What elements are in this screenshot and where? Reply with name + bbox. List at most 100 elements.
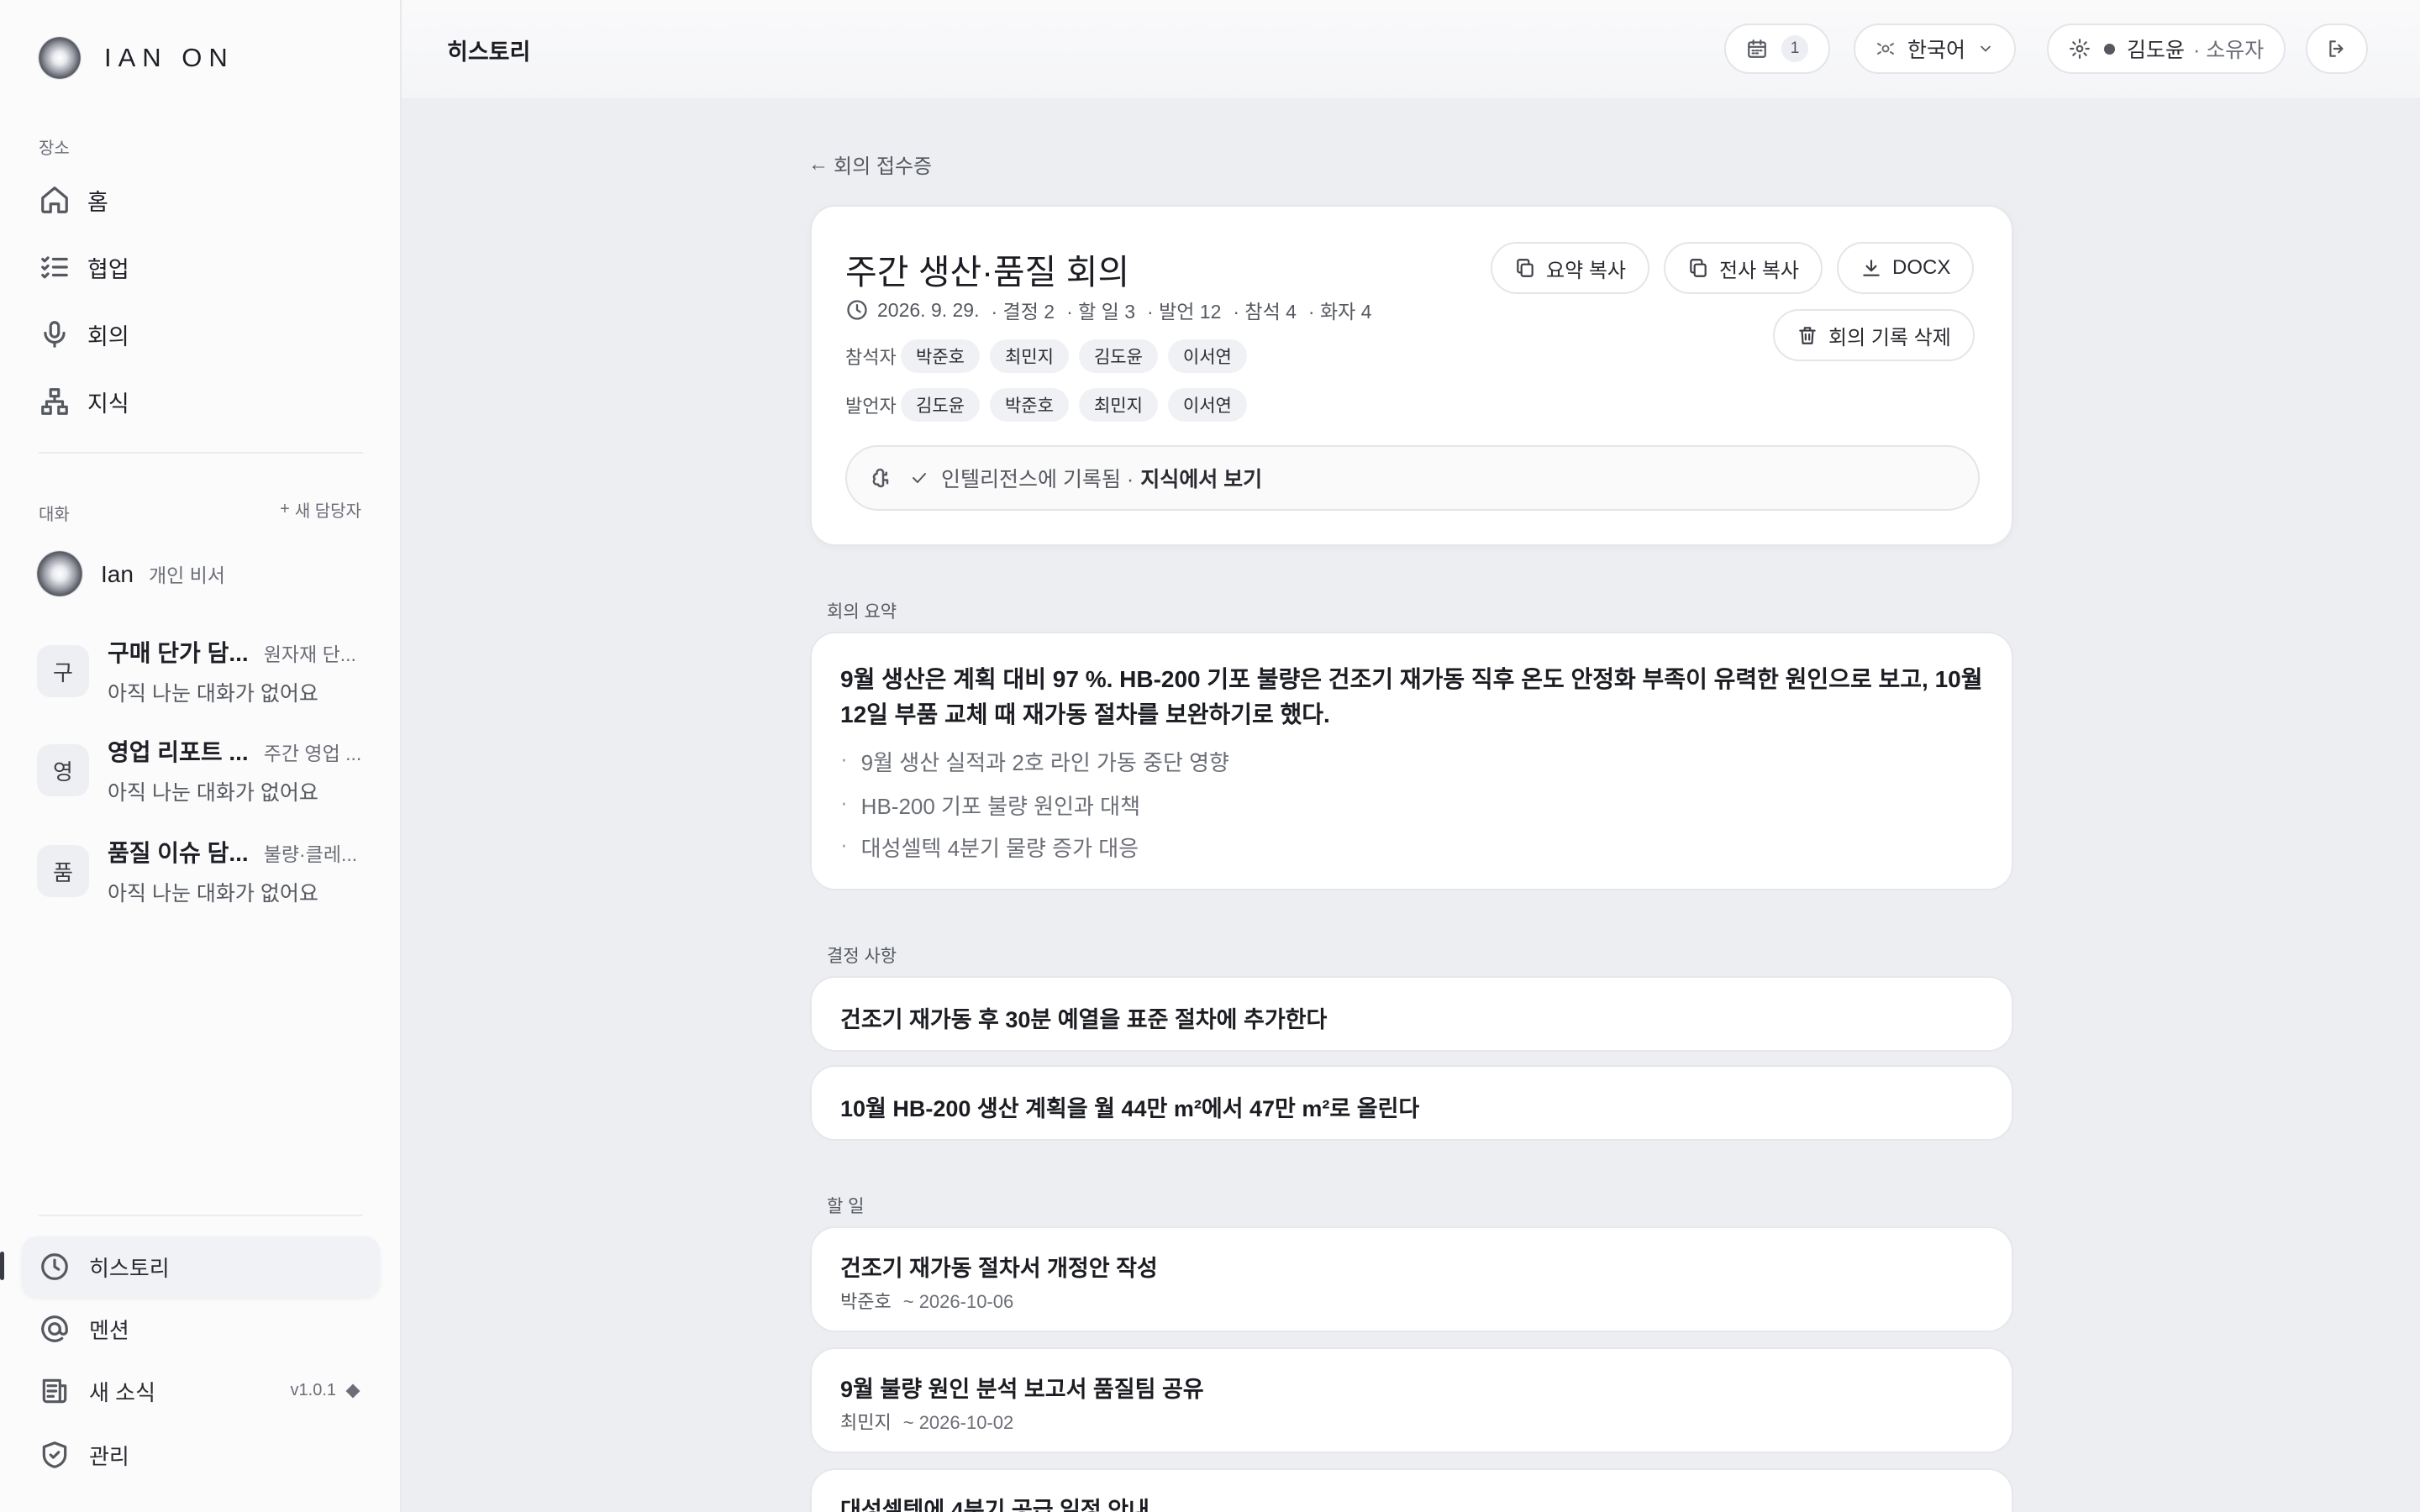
chevron-down-icon xyxy=(1981,45,1991,52)
attendee-chip: 최민지 xyxy=(989,339,1069,373)
nav-item-label: 관리 xyxy=(89,1443,129,1469)
sidebar: IAN ON 장소 홈 협업 회의 지식 대화 + 새 담당자 Ian 개인 비… xyxy=(0,0,402,1512)
calendar-count-badge: 1 xyxy=(1781,35,1808,62)
at-sign-icon xyxy=(41,1315,68,1342)
summary-section-label: 회의 요약 xyxy=(827,602,897,622)
tasks-section-label: 할 일 xyxy=(827,1197,865,1216)
user-name: 김도윤 xyxy=(2127,39,2186,62)
new-contact-label: 새 담당자 xyxy=(294,502,361,521)
version-badge: v1.0.1 xyxy=(291,1381,360,1400)
nav-item-news[interactable]: 새 소식 v1.0.1 xyxy=(22,1361,380,1421)
chat-subtitle: 원자재 단... xyxy=(263,643,356,665)
nav-item-label: 홈 xyxy=(87,189,108,215)
intelligence-status-text: 인텔리전스에 기록됨 · xyxy=(941,468,1134,491)
nav-item-admin[interactable]: 관리 xyxy=(22,1425,380,1485)
nav-item-label: 협업 xyxy=(87,256,129,282)
meta-tasks: · 할 일 3 xyxy=(1066,301,1136,323)
summary-bullet: · 9월 생산 실적과 2호 라인 가동 중단 영향 xyxy=(840,746,1229,775)
chat-title: Ian xyxy=(101,561,134,587)
back-link[interactable]: ← 회의 접수증 xyxy=(808,150,932,179)
new-contact-button[interactable]: + 새 담당자 xyxy=(280,497,361,522)
speaker-chip: 최민지 xyxy=(1078,388,1158,422)
plus-icon: + xyxy=(280,500,290,518)
docx-download-button[interactable]: DOCX xyxy=(1837,242,1975,294)
chat-subtitle: 불량·클레... xyxy=(263,843,358,865)
summary-headline: 9월 생산은 계획 대비 97 %. HB-200 기포 불량은 건조기 재가동… xyxy=(840,666,1983,727)
nav-item-meeting[interactable]: 회의 xyxy=(39,309,375,360)
decision-item: 10월 HB-200 생산 계획을 월 44만 m²에서 47만 m²로 올린다 xyxy=(810,1065,2013,1141)
back-link-label: 회의 접수증 xyxy=(834,155,933,178)
meeting-title: 주간 생산·품질 회의 xyxy=(845,253,1130,291)
meta-utterances: · 발언 12 xyxy=(1147,301,1222,323)
clock-icon xyxy=(41,1253,68,1280)
decision-item: 건조기 재가동 후 30분 예열을 표준 절차에 추가한다 xyxy=(810,976,2013,1052)
nav-item-label: 회의 xyxy=(87,323,129,349)
view-in-knowledge-link[interactable]: 지식에서 보기 xyxy=(1140,463,1262,493)
page-title: 히스토리 xyxy=(447,39,531,65)
brain-icon xyxy=(872,468,889,488)
copy-summary-button[interactable]: 요약 복사 xyxy=(1491,242,1649,294)
download-icon xyxy=(1863,260,1880,276)
trash-icon xyxy=(1799,327,1816,344)
chat-item-ian[interactable]: Ian 개인 비서 xyxy=(37,551,373,596)
docx-label: DOCX xyxy=(1892,256,1951,279)
meta-attendees: · 참석 4 xyxy=(1233,301,1297,323)
user-role: · 소유자 xyxy=(2193,39,2265,62)
copy-transcript-button[interactable]: 전사 복사 xyxy=(1664,242,1823,294)
task-due: ~ 2026-10-06 xyxy=(902,1291,1014,1312)
chat-title: 구매 단가 담... xyxy=(108,640,249,666)
microphone-icon xyxy=(44,321,66,348)
delete-label: 회의 기록 삭제 xyxy=(1828,326,1951,349)
attendee-chip: 김도윤 xyxy=(1078,339,1158,373)
speakers-label: 발언자 xyxy=(845,396,897,417)
meta-decisions: · 결정 2 xyxy=(991,301,1055,323)
chat-last-message: 아직 나눈 대화가 없어요 xyxy=(108,781,318,805)
summary-bullet: · 대성셀텍 4분기 물량 증가 대응 xyxy=(840,832,1139,861)
attendee-chip: 이서연 xyxy=(1167,339,1247,373)
check-icon xyxy=(913,473,926,483)
avatar: 영 xyxy=(37,744,89,796)
home-icon xyxy=(41,186,68,213)
workspace-section-label: 장소 xyxy=(39,139,70,158)
nav-item-label: 히스토리 xyxy=(89,1255,170,1281)
intelligence-status-bar[interactable]: 인텔리전스에 기록됨 · 지식에서 보기 xyxy=(845,445,1980,511)
nav-item-knowledge[interactable]: 지식 xyxy=(39,376,375,427)
language-label: 한국어 xyxy=(1907,39,1966,62)
nav-item-history[interactable]: 히스토리 xyxy=(22,1236,380,1297)
ian-avatar xyxy=(37,551,82,596)
logout-button[interactable] xyxy=(2306,24,2368,74)
sidebar-divider xyxy=(39,1215,363,1216)
task-owner: 최민지 xyxy=(840,1412,892,1433)
decision-text: 10월 HB-200 생산 계획을 월 44만 m²에서 47만 m²로 올린다 xyxy=(840,1096,1420,1121)
nav-item-mentions[interactable]: 멘션 xyxy=(22,1299,380,1359)
speaker-chip: 박준호 xyxy=(989,388,1069,422)
chat-last-message: 아직 나눈 대화가 없어요 xyxy=(108,682,318,706)
calendar-button[interactable]: 1 xyxy=(1724,24,1830,74)
task-item[interactable]: 대성셀텍에 4분기 공급 일정 안내 xyxy=(810,1468,2013,1512)
task-meta: 박준호 ~ 2026-10-06 xyxy=(840,1287,1013,1314)
decisions-section-label: 결정 사항 xyxy=(827,947,897,966)
chat-item-quality[interactable]: 품 품질 이슈 담... 불량·클레... 아직 나눈 대화가 없어요 xyxy=(37,835,373,907)
meeting-card: 주간 생산·품질 회의 2026. 9. 29. · 결정 2 · 할 일 3 … xyxy=(810,205,2013,546)
summary-card: 9월 생산은 계획 대비 97 %. HB-200 기포 불량은 건조기 재가동… xyxy=(810,632,2013,890)
language-select[interactable]: 한국어 xyxy=(1854,24,2017,74)
chat-item-sales[interactable]: 영 영업 리포트 ... 주간 영업 ... 아직 나눈 대화가 없어요 xyxy=(37,734,373,806)
task-item[interactable]: 건조기 재가동 절차서 개정안 작성 박준호 ~ 2026-10-06 xyxy=(810,1226,2013,1332)
avatar: 품 xyxy=(37,845,89,897)
user-menu[interactable]: 김도윤 · 소유자 xyxy=(2047,24,2286,74)
newspaper-icon xyxy=(42,1378,67,1404)
nav-item-collab[interactable]: 협업 xyxy=(39,242,375,292)
logo-text: IAN ON xyxy=(104,43,234,72)
summary-bullet: · HB-200 기포 불량 원인과 대책 xyxy=(840,790,1141,819)
app-logo[interactable]: IAN ON xyxy=(39,37,234,79)
summary-bullet-text: HB-200 기포 불량 원인과 대책 xyxy=(860,794,1141,819)
chat-title: 영업 리포트 ... xyxy=(108,739,249,765)
delete-meeting-button[interactable]: 회의 기록 삭제 xyxy=(1773,309,1975,361)
copy-transcript-label: 전사 복사 xyxy=(1719,259,1799,282)
chat-item-purchase[interactable]: 구 구매 단가 담... 원자재 단... 아직 나눈 대화가 없어요 xyxy=(37,635,373,707)
meeting-date: 2026. 9. 29. xyxy=(877,298,980,321)
chat-subtitle: 개인 비서 xyxy=(148,564,225,586)
task-item[interactable]: 9월 불량 원인 분석 보고서 품질팀 공유 최민지 ~ 2026-10-02 xyxy=(810,1347,2013,1453)
nav-item-home[interactable]: 홈 xyxy=(39,175,375,225)
task-title: 9월 불량 원인 분석 보고서 품질팀 공유 xyxy=(840,1377,1204,1402)
